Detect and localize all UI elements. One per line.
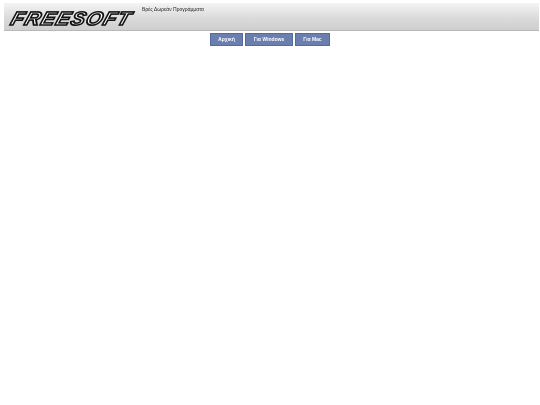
nav-mac-button[interactable]: Για Mac: [295, 33, 330, 46]
site-header: FREESOFT Βρές Δωρεάν Προγράμματα: [4, 3, 539, 31]
nav-home-button[interactable]: Αρχική: [210, 33, 243, 46]
site-tagline: Βρές Δωρεάν Προγράμματα: [142, 7, 204, 13]
logo-text: FREESOFT: [8, 8, 136, 29]
site-logo[interactable]: FREESOFT: [7, 5, 139, 29]
nav-windows-button[interactable]: Για Windows: [245, 33, 293, 46]
main-nav: Αρχική Για Windows Για Mac: [210, 33, 330, 46]
